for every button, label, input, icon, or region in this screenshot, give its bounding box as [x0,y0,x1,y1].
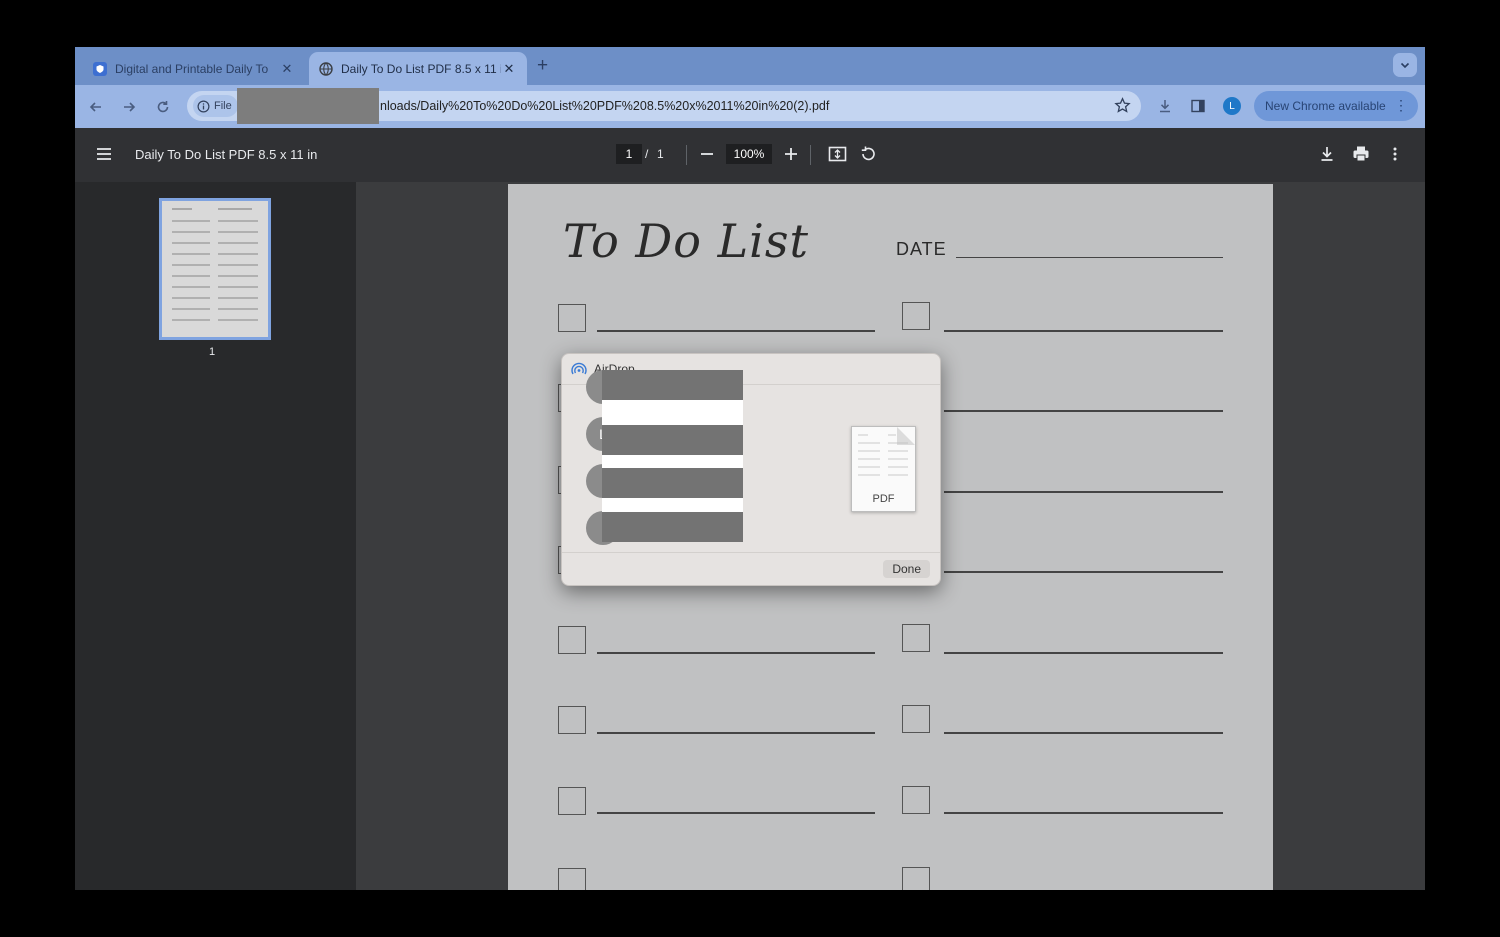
tab-daily-todo-pdf[interactable]: Daily To Do List PDF 8.5 x 11 i ✕ [309,52,527,85]
thumbnail-page-number: 1 [209,346,216,358]
todo-line [944,812,1223,814]
airdrop-dialog: AirDrop L I PDF Done [561,353,941,586]
update-chrome-button[interactable]: New Chrome available ⋮ [1254,91,1418,121]
tab-strip: Digital and Printable Daily To ✕ Daily T… [75,47,1425,85]
todo-line [944,571,1223,573]
shield-favicon-icon [93,61,107,76]
redacted-region [602,370,743,400]
todo-line [597,732,875,734]
new-tab-button[interactable]: + [537,55,548,77]
pdf-file-preview: PDF [851,426,916,512]
todo-line [597,812,875,814]
date-label: DATE [896,239,947,259]
document-heading: To Do List [563,214,809,268]
thumbnail-sidebar: 1 [75,182,356,890]
more-vert-icon[interactable] [1387,145,1403,163]
todo-line [597,330,875,332]
todo-checkbox [902,786,930,814]
arrow-left-icon [89,102,101,112]
reload-icon [157,101,169,113]
redacted-contacts [602,370,743,542]
tab-search-button[interactable] [1393,53,1417,77]
profile-avatar[interactable]: L [1223,97,1241,115]
arrow-right-icon [124,102,136,112]
print-icon[interactable] [1352,145,1370,163]
update-label: New Chrome available [1265,99,1386,113]
todo-line [944,732,1223,734]
thumbnail-preview [162,201,268,337]
todo-checkbox [558,304,586,332]
todo-checkbox [558,706,586,734]
site-info-chip[interactable]: File [193,95,238,117]
back-button[interactable] [85,96,107,118]
menu-icon[interactable] [95,145,113,163]
todo-checkbox [902,867,930,890]
more-vert-icon: ⋮ [1394,97,1408,113]
todo-checkbox [902,302,930,330]
redacted-region [602,468,743,498]
address-bar[interactable]: File nloads/Daily%20To%20Do%20List%20PDF… [187,88,1141,124]
close-icon[interactable]: ✕ [279,61,295,77]
download-icon[interactable] [1319,145,1335,163]
close-icon[interactable]: ✕ [501,61,517,77]
browser-toolbar: File nloads/Daily%20To%20Do%20List%20PDF… [75,85,1425,128]
forward-button[interactable] [118,96,140,118]
bookmark-star-icon[interactable] [1114,97,1131,114]
divider [686,145,687,165]
rotate-icon[interactable] [859,145,877,163]
todo-line [944,330,1223,332]
file-page-icon [858,427,915,476]
zoom-in-icon[interactable] [783,145,799,163]
todo-line [944,491,1223,493]
url-text: nloads/Daily%20To%20Do%20List%20PDF%208.… [380,99,830,113]
divider [562,552,940,553]
chevron-down-icon [1400,62,1410,69]
tab-title: Daily To Do List PDF 8.5 x 11 i [341,61,501,76]
todo-checkbox [902,624,930,652]
chip-label: File [214,100,232,112]
pdf-title: Daily To Do List PDF 8.5 x 11 in [135,147,318,162]
zoom-out-icon[interactable] [699,145,715,163]
todo-line [944,652,1223,654]
done-button[interactable]: Done [883,560,930,578]
todo-checkbox [558,787,586,815]
redacted-region [602,425,743,455]
airdrop-icon [571,362,587,375]
globe-icon [319,61,333,76]
zoom-level-input[interactable]: 100% [726,144,772,164]
todo-checkbox [558,626,586,654]
side-panel-icon[interactable] [1190,98,1206,114]
reload-button[interactable] [152,96,174,118]
tab-title: Digital and Printable Daily To [115,61,269,76]
tab-digital-printable[interactable]: Digital and Printable Daily To ✕ [83,52,305,85]
page-number-input[interactable]: 1 [616,144,642,164]
fit-page-icon[interactable] [828,145,847,163]
redacted-region [237,88,379,124]
todo-checkbox [902,705,930,733]
page-separator: / [645,147,649,161]
redacted-region [602,512,743,542]
download-icon[interactable] [1157,98,1173,114]
todo-line [597,652,875,654]
info-icon [197,100,210,112]
divider [810,145,811,165]
page-total: 1 [657,147,664,161]
todo-line [944,410,1223,412]
todo-checkbox [558,868,586,890]
page-thumbnail[interactable] [159,198,271,340]
file-type-label: PDF [872,493,895,505]
pdf-toolbar: Daily To Do List PDF 8.5 x 11 in 1 / 1 1… [75,128,1425,182]
date-line [956,257,1223,258]
